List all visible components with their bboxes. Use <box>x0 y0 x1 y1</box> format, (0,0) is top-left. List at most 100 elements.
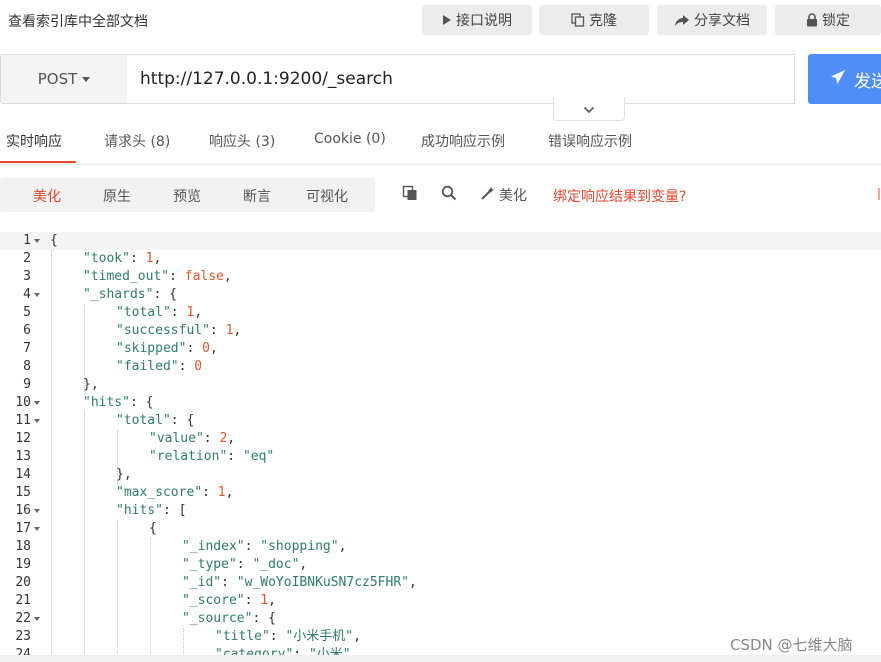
code-line: 5 "total": 1, <box>0 304 881 322</box>
beautify-button[interactable]: 美化 <box>480 178 527 212</box>
code-token: "skipped" <box>116 341 187 356</box>
tab-response-headers[interactable]: 响应头 (3) <box>209 131 275 151</box>
code-token: : <box>269 629 286 644</box>
code-token: : [ <box>162 503 187 518</box>
tab-live-response[interactable]: 实时响应 <box>6 131 62 151</box>
fold-toggle-icon[interactable] <box>34 419 40 423</box>
play-icon <box>442 14 452 26</box>
code-token: { <box>50 233 58 248</box>
code-token: , <box>233 323 242 338</box>
code-text: "_index": "shopping", <box>182 538 346 556</box>
indent-guide <box>183 628 184 655</box>
code-token: : <box>203 431 220 446</box>
code-token: "title" <box>215 629 270 644</box>
line-number: 22 <box>15 611 31 626</box>
horizontal-scrollbar[interactable] <box>0 655 881 662</box>
tab-cookie[interactable]: Cookie (0) <box>314 131 386 147</box>
code-token: : <box>244 593 261 608</box>
code-token: , <box>350 647 359 655</box>
code-line: 11 "total": { <box>0 412 881 430</box>
code-token: : <box>244 539 261 554</box>
code-token: "max_score" <box>116 485 203 500</box>
send-button[interactable]: 发送 <box>808 54 881 104</box>
lock-label: 锁定 <box>822 13 850 29</box>
code-line: 2 "took": 1, <box>0 250 881 268</box>
response-code-editor[interactable]: 1{2 "took": 1, 3 "timed_out": false, 4 "_shar… <box>0 231 881 655</box>
code-token: , <box>268 593 276 608</box>
tab-error-example[interactable]: 错误响应示例 <box>548 131 632 151</box>
code-line: 16 "hits": [ <box>0 502 881 520</box>
search-button[interactable] <box>441 178 457 212</box>
copy-response-button[interactable] <box>402 178 418 212</box>
code-token: "_score" <box>182 593 245 608</box>
code-token: "_id" <box>182 575 222 590</box>
code-token: : <box>178 359 195 374</box>
code-token: , <box>408 575 417 590</box>
view-visualize[interactable]: 可视化 <box>306 186 348 206</box>
chevron-down-icon <box>583 99 595 118</box>
code-text: "title": "小米手机", <box>215 628 361 646</box>
code-line: 14}, <box>0 466 881 484</box>
code-text: "_score": 1, <box>182 592 276 610</box>
code-token: : <box>236 557 253 572</box>
code-token: "_source" <box>182 611 253 626</box>
code-line: 21 "_score": 1, <box>0 592 881 610</box>
code-token: "value" <box>149 431 204 446</box>
code-token: , <box>194 305 203 320</box>
code-token: "shopping" <box>260 539 339 554</box>
line-number: 1 <box>23 233 31 248</box>
view-mode-bar: 美化 原生 预览 断言 可视化 <box>0 178 375 212</box>
code-line: 6 "successful": 1, <box>0 322 881 340</box>
fold-toggle-icon[interactable] <box>34 527 40 531</box>
code-token: 1 <box>260 593 269 608</box>
bind-response-link[interactable]: 绑定响应结果到变量? <box>553 186 686 206</box>
fold-toggle-icon[interactable] <box>34 401 40 405</box>
line-number: 21 <box>15 593 31 608</box>
code-text: "timed_out": false, <box>83 268 232 286</box>
line-number: 10 <box>15 395 31 410</box>
code-line: 13 "relation": "eq" <box>0 448 881 466</box>
code-token: : { <box>170 413 195 428</box>
code-token: "failed" <box>116 359 179 374</box>
lock-icon <box>806 13 818 27</box>
search-icon <box>441 185 457 205</box>
code-text: "total": { <box>116 412 194 430</box>
view-beautify[interactable]: 美化 <box>33 186 61 206</box>
method-select[interactable]: POST <box>0 54 128 104</box>
code-token: : <box>221 575 237 590</box>
code-token: , <box>225 485 234 500</box>
view-preview[interactable]: 预览 <box>173 186 201 206</box>
collapse-toggle[interactable] <box>553 97 625 121</box>
line-number: 4 <box>23 287 31 302</box>
line-number: 11 <box>15 413 31 428</box>
code-token: 1 <box>217 485 226 500</box>
code-text: { <box>149 520 157 538</box>
code-text: "skipped": 0, <box>116 340 218 358</box>
share-icon <box>674 14 690 27</box>
code-line: 7 "skipped": 0, <box>0 340 881 358</box>
lock-button[interactable]: 锁定 <box>775 5 881 35</box>
indent-guide <box>150 538 151 655</box>
fold-toggle-icon[interactable] <box>34 509 40 513</box>
url-input[interactable]: http://127.0.0.1:9200/_search <box>127 54 795 104</box>
fold-toggle-icon[interactable] <box>34 617 40 621</box>
code-text: "category": "小米", <box>215 646 358 655</box>
code-token: : { <box>129 395 154 410</box>
fold-toggle-icon[interactable] <box>34 293 40 297</box>
tab-request-headers[interactable]: 请求头 (8) <box>104 131 170 151</box>
view-assert[interactable]: 断言 <box>243 186 271 206</box>
code-token: "小米" <box>308 647 351 655</box>
fold-toggle-icon[interactable] <box>34 239 40 243</box>
code-text: "relation": "eq" <box>149 448 274 466</box>
view-raw[interactable]: 原生 <box>103 186 131 206</box>
share-doc-button[interactable]: 分享文档 <box>657 5 767 35</box>
api-doc-button[interactable]: 接口说明 <box>422 5 532 35</box>
line-number: 2 <box>23 251 31 266</box>
line-number: 6 <box>23 323 31 338</box>
code-token: "_type" <box>182 557 237 572</box>
clone-button[interactable]: 克隆 <box>539 5 649 35</box>
code-token: "timed_out" <box>83 269 170 284</box>
code-text: "_id": "w_WoYoIBNKuSN7cz5FHR", <box>182 574 417 592</box>
tab-success-example[interactable]: 成功响应示例 <box>421 131 505 151</box>
code-text: "_shards": { <box>83 286 177 304</box>
